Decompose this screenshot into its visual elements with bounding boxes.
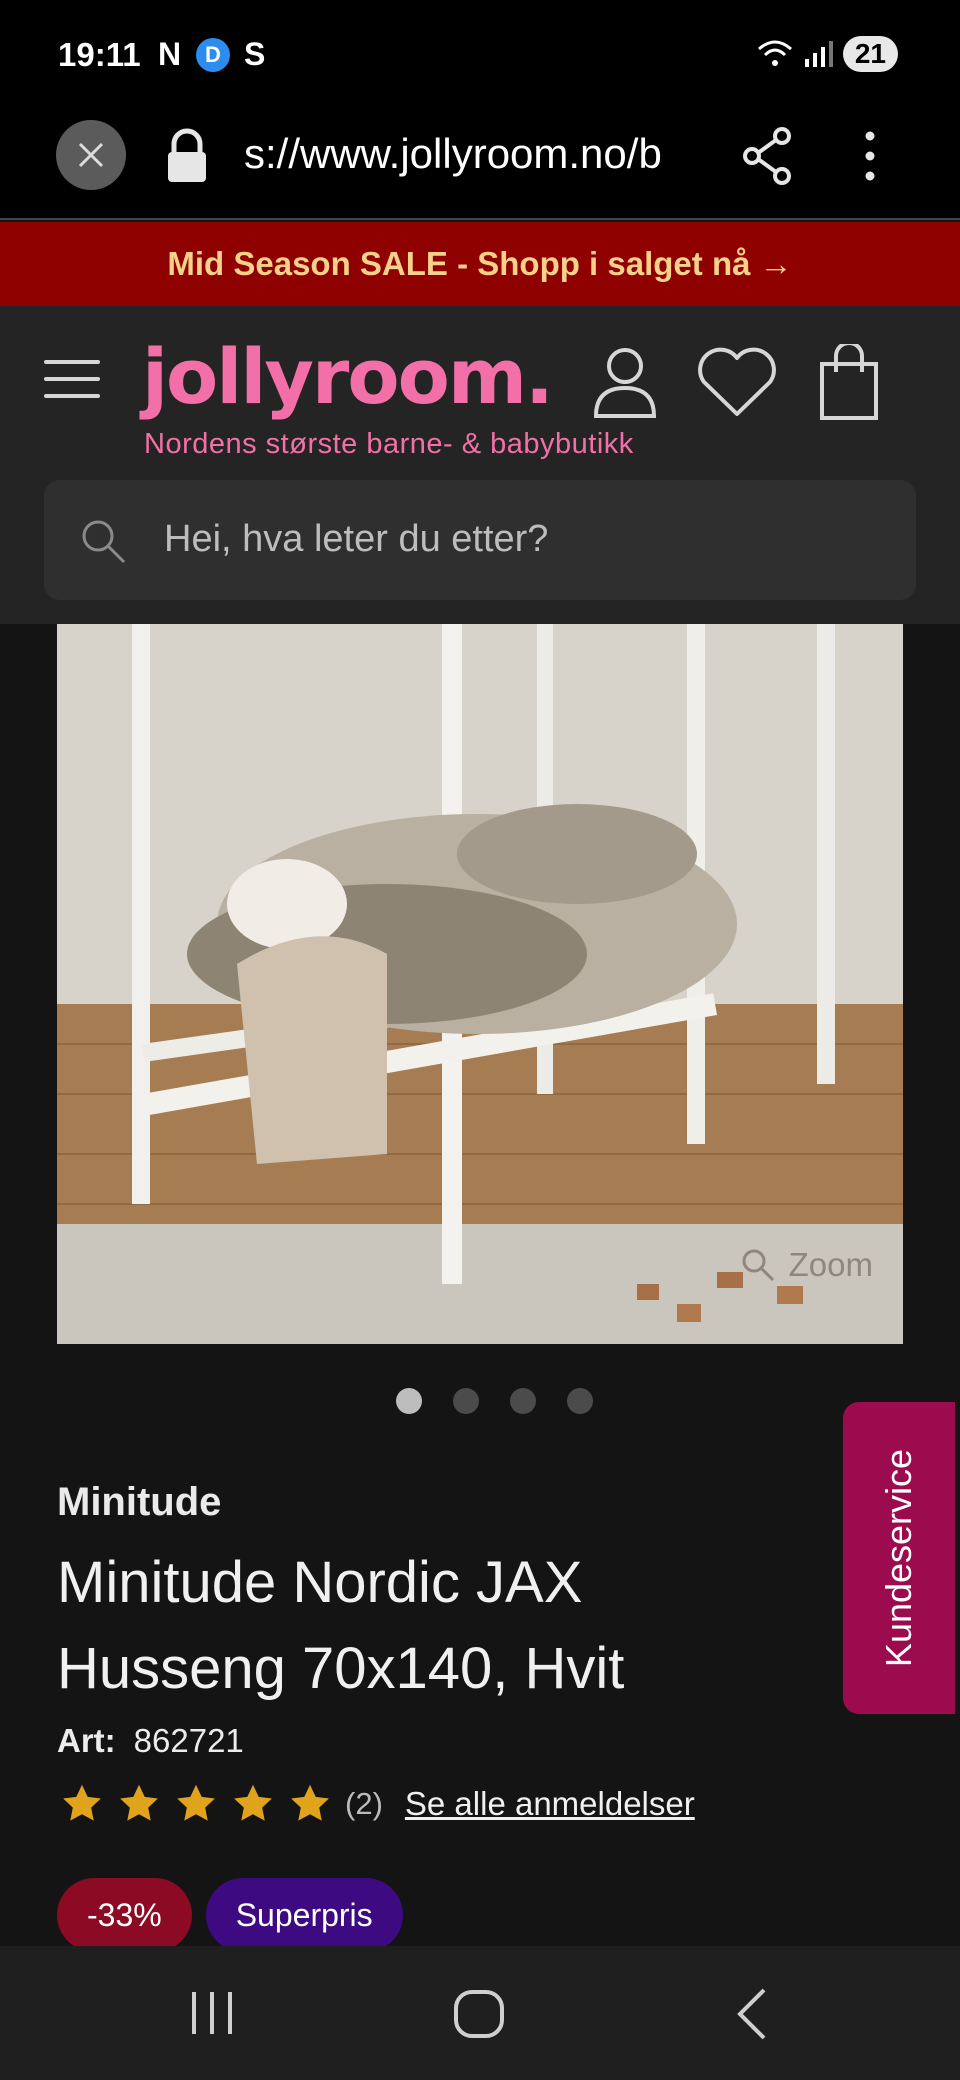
back-icon[interactable]	[732, 1986, 772, 2042]
product-photo	[57, 624, 903, 1344]
system-nav-bar	[0, 1946, 960, 2080]
more-vert-icon[interactable]	[860, 126, 880, 186]
close-tab-button[interactable]	[56, 120, 126, 190]
lock-icon[interactable]	[164, 128, 210, 184]
search-input[interactable]: Hei, hva leter du etter?	[164, 518, 548, 561]
status-time: 19:11	[58, 36, 141, 73]
cart-bag-icon[interactable]	[818, 344, 880, 420]
recent-apps-icon[interactable]	[188, 1986, 236, 2040]
carousel-dot[interactable]	[510, 1388, 536, 1414]
status-indicators: 21	[757, 36, 898, 72]
star-icon	[177, 1784, 215, 1821]
signal-icon	[804, 41, 833, 67]
customer-service-button[interactable]: Kundeservice	[843, 1402, 955, 1714]
menu-button[interactable]	[44, 360, 100, 400]
share-icon[interactable]	[740, 126, 794, 186]
s-notification-icon: S	[244, 36, 266, 72]
customer-service-label: Kundeservice	[878, 1448, 919, 1668]
article-number: Art: 862721	[57, 1722, 244, 1760]
carousel-dot[interactable]	[453, 1388, 479, 1414]
star-icon	[234, 1784, 272, 1821]
hamburger-icon	[44, 360, 100, 364]
hamburger-line	[44, 377, 100, 381]
site-header: jollyroom. Nordens største barne- & baby…	[0, 306, 960, 624]
product-rating[interactable]: (2) Se alle anmeldelser	[60, 1782, 695, 1826]
battery-indicator: 21	[842, 36, 898, 72]
article-value: 862721	[133, 1722, 244, 1759]
product-image[interactable]: Zoom	[57, 624, 903, 1344]
star-icon	[291, 1784, 329, 1821]
logo[interactable]: jollyroom.	[142, 332, 554, 421]
wishlist-heart-icon[interactable]	[696, 346, 778, 418]
account-icon[interactable]	[592, 346, 658, 418]
close-icon	[78, 142, 104, 168]
wifi-icon	[757, 40, 792, 66]
product-badges: -33% Superpris	[57, 1878, 403, 1952]
product-title: Minitude Nordic JAX Husseng 70x140, Hvit	[57, 1550, 625, 1701]
search-bar[interactable]: Hei, hva leter du etter?	[44, 480, 916, 600]
carousel-dot[interactable]	[396, 1388, 422, 1414]
product-brand[interactable]: Minitude	[57, 1480, 221, 1525]
superpris-badge: Superpris	[205, 1878, 403, 1952]
sale-banner[interactable]: Mid Season SALE - Shopp i salget nå →	[0, 222, 960, 306]
status-bar: 19:11 N D S 21	[0, 0, 960, 108]
review-count: (2)	[345, 1786, 383, 1821]
carousel-dot[interactable]	[567, 1388, 593, 1414]
tagline: Nordens største barne- & babybutikk	[144, 428, 634, 460]
url-field[interactable]: s://www.jollyroom.no/b	[244, 130, 699, 178]
netflix-notification-icon: N	[158, 36, 182, 72]
sale-banner-text: Mid Season SALE - Shopp i salget nå →	[167, 245, 793, 282]
zoom-label: Zoom	[788, 1246, 873, 1283]
hamburger-line	[44, 394, 100, 398]
home-icon[interactable]	[452, 1986, 508, 2042]
zoom-button[interactable]: Zoom	[741, 1246, 873, 1284]
star-icon	[120, 1784, 158, 1821]
search-icon	[82, 520, 126, 564]
browser-url-bar: s://www.jollyroom.no/b	[0, 108, 960, 220]
discount-badge: -33%	[57, 1878, 192, 1952]
all-reviews-link[interactable]: Se alle anmeldelser	[405, 1785, 695, 1823]
zoom-icon	[742, 1249, 774, 1282]
article-label: Art:	[57, 1722, 116, 1759]
star-icon	[63, 1784, 101, 1821]
image-carousel-dots	[396, 1388, 593, 1414]
app-notification-icon: D	[196, 38, 230, 72]
